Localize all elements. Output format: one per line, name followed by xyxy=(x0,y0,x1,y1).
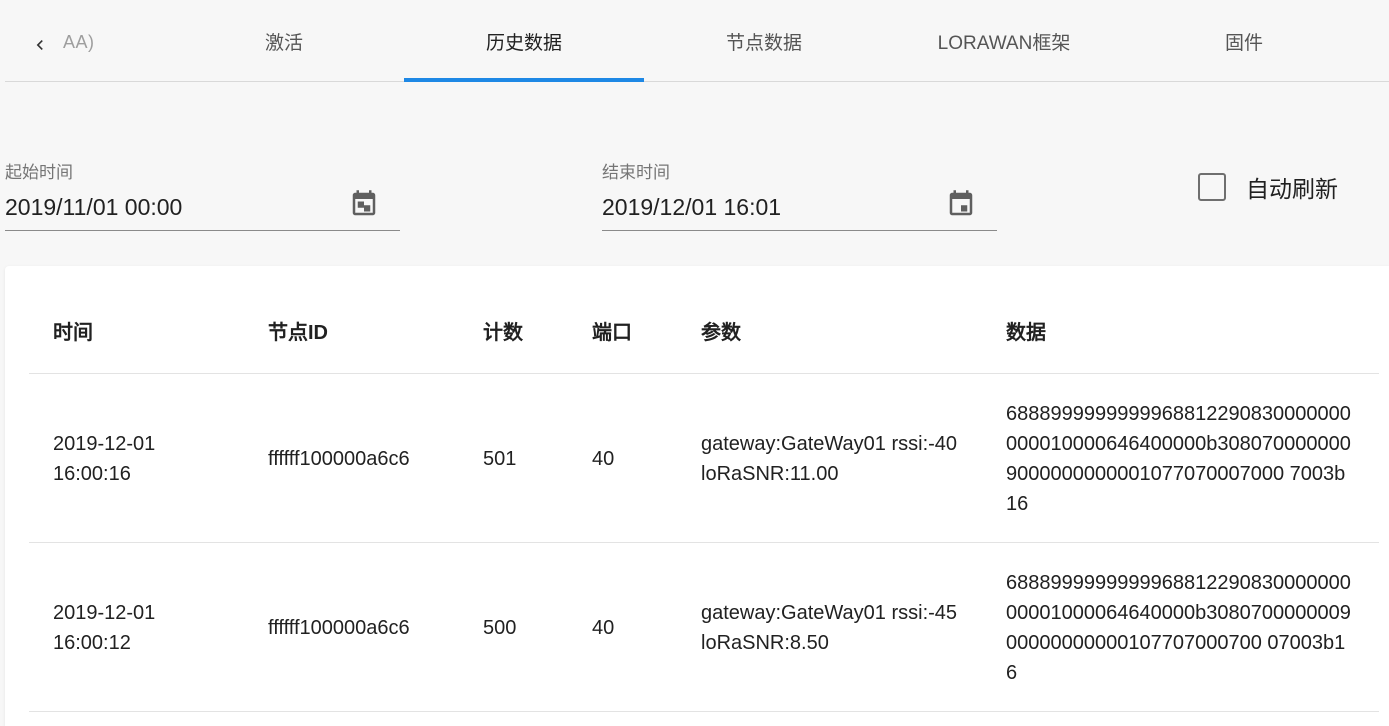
tab-partial[interactable]: AA) xyxy=(63,32,95,58)
start-time-underline xyxy=(5,230,400,231)
tab-bar: AA) 激活 历史数据 节点数据 LORAWAN框架 固件 xyxy=(5,0,1389,82)
cell-time: 2019-12-01 16:00:16 xyxy=(53,432,156,485)
table-header: 时间 节点ID 计数 端口 参数 数据 xyxy=(29,266,1379,374)
cell-data: 6888999999999968812290830000000000010000… xyxy=(1006,402,1351,515)
tab-activation[interactable]: 激活 xyxy=(164,0,404,82)
end-time-underline xyxy=(602,230,997,231)
cell-params: gateway:GateWay01 rssi:-45 loRaSNR:8.50 xyxy=(701,601,958,654)
start-time-field: 起始时间 xyxy=(5,158,400,238)
end-time-label: 结束时间 xyxy=(602,163,670,182)
header-params[interactable]: 参数 xyxy=(701,316,741,345)
tab-lorawan-frame[interactable]: LORAWAN框架 xyxy=(884,0,1124,82)
cell-port: 40 xyxy=(592,616,615,639)
auto-refresh-label: 自动刷新 xyxy=(1246,176,1338,202)
end-time-input[interactable] xyxy=(602,190,932,224)
calendar-icon[interactable] xyxy=(349,188,379,220)
start-time-input[interactable] xyxy=(5,190,335,224)
cell-node-id: ffffff100000a6c6 xyxy=(268,616,410,639)
checkbox-unchecked-icon[interactable] xyxy=(1198,173,1226,201)
calendar-icon[interactable] xyxy=(946,188,976,220)
table-row[interactable]: 2019-12-01 16:00:12 ffffff100000a6c6 500… xyxy=(29,543,1379,712)
active-tab-indicator xyxy=(404,78,644,82)
cell-count: 501 xyxy=(483,447,517,470)
tab-firmware[interactable]: 固件 xyxy=(1124,0,1364,82)
header-port[interactable]: 端口 xyxy=(592,316,632,345)
start-time-label: 起始时间 xyxy=(5,163,73,182)
tab-node-data[interactable]: 节点数据 xyxy=(644,0,884,82)
cell-port: 40 xyxy=(592,447,615,470)
auto-refresh-toggle[interactable]: 自动刷新 xyxy=(1198,168,1338,206)
end-time-field: 结束时间 xyxy=(602,158,997,238)
header-count[interactable]: 计数 xyxy=(483,316,523,345)
cell-params: gateway:GateWay01 rssi:-40 loRaSNR:11.00 xyxy=(701,432,958,485)
header-time[interactable]: 时间 xyxy=(53,316,93,345)
cell-data: 6888999999999968812290830000000000010000… xyxy=(1006,571,1351,684)
table-row[interactable]: 2019-12-01 16:00:16 ffffff100000a6c6 501… xyxy=(29,374,1379,543)
header-node-id[interactable]: 节点ID xyxy=(268,316,328,345)
cell-count: 500 xyxy=(483,616,517,639)
cell-node-id: ffffff100000a6c6 xyxy=(268,447,410,470)
tab-history-data[interactable]: 历史数据 xyxy=(404,0,644,82)
history-table: 时间 节点ID 计数 端口 参数 数据 2019-12-01 16:00:16 … xyxy=(5,266,1389,726)
cell-time: 2019-12-01 16:00:12 xyxy=(53,601,156,654)
chevron-left-icon[interactable] xyxy=(25,28,55,62)
header-data[interactable]: 数据 xyxy=(1006,316,1046,345)
